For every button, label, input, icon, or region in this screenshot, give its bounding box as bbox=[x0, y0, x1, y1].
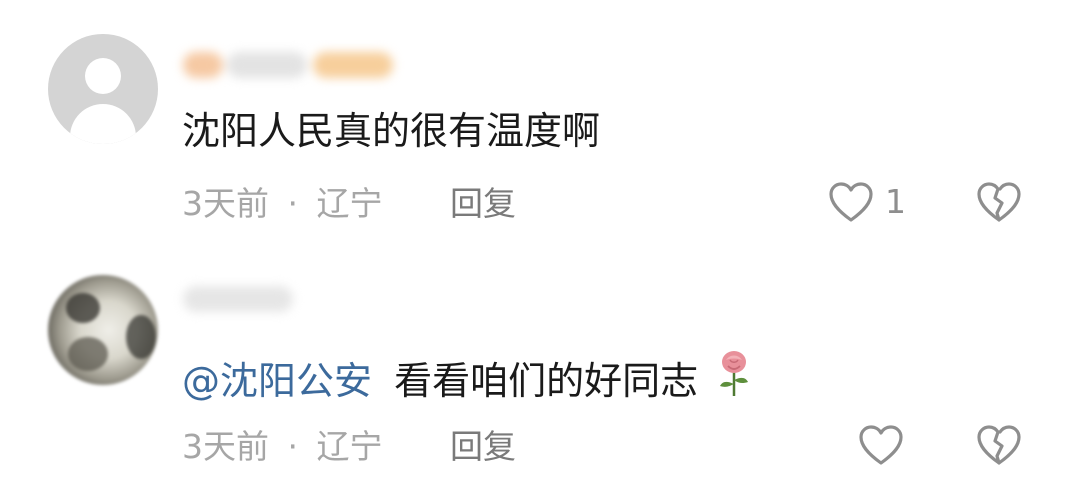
comment-location: 辽宁 bbox=[316, 427, 383, 466]
heart-icon bbox=[859, 425, 903, 465]
comment-meta: 3天前 · 辽宁 回复 bbox=[182, 184, 516, 224]
comment-time: 3天前 bbox=[182, 427, 269, 466]
dislike-button[interactable] bbox=[975, 423, 1023, 469]
dislike-button[interactable] bbox=[975, 180, 1023, 226]
comment-meta: 3天前 · 辽宁 回复 bbox=[182, 427, 516, 467]
reply-button[interactable]: 回复 bbox=[450, 427, 516, 467]
comment-location: 辽宁 bbox=[316, 184, 383, 223]
comment-item: 沈阳人民真的很有温度啊 3天前 · 辽宁 回复 1 bbox=[0, 0, 1080, 250]
username-blurred[interactable] bbox=[183, 48, 403, 82]
like-count: 1 bbox=[885, 182, 906, 221]
avatar[interactable] bbox=[48, 34, 158, 144]
meta-separator: · bbox=[287, 184, 299, 223]
comment-item: @沈阳公安 看看咱们的好同志 3天前 · 辽宁 回复 bbox=[0, 250, 1080, 493]
avatar[interactable] bbox=[48, 275, 158, 385]
like-button[interactable]: 1 bbox=[827, 180, 917, 226]
comment-text: 沈阳人民真的很有温度啊 bbox=[182, 109, 601, 153]
reply-button[interactable]: 回复 bbox=[450, 184, 516, 224]
default-avatar-icon bbox=[85, 58, 121, 94]
comment-time: 3天前 bbox=[182, 184, 269, 223]
rose-icon bbox=[720, 351, 749, 396]
broken-heart-icon bbox=[977, 425, 1021, 465]
broken-heart-icon bbox=[977, 182, 1021, 222]
heart-icon bbox=[829, 182, 873, 222]
like-button[interactable] bbox=[857, 423, 905, 469]
meta-separator: · bbox=[287, 427, 299, 466]
comment-text: @沈阳公安 看看咱们的好同志 bbox=[182, 350, 752, 404]
username-blurred[interactable] bbox=[183, 282, 303, 316]
mention-link[interactable]: @沈阳公安 bbox=[182, 359, 372, 403]
